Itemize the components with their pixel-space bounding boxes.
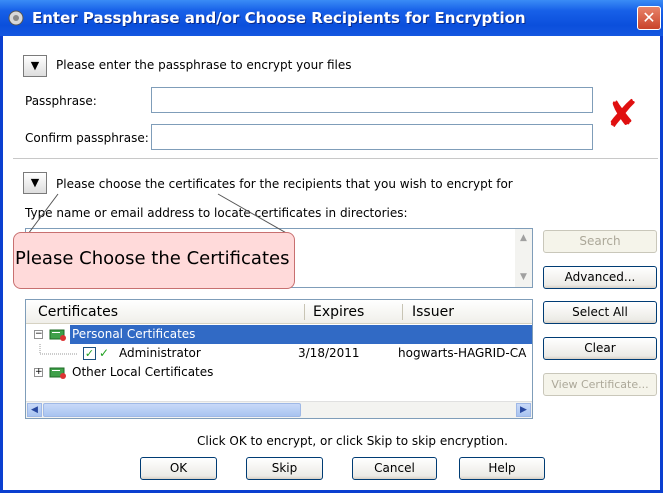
certificate-folder-icon (49, 367, 66, 379)
certificate-list[interactable]: Certificates Expires Issuer − Personal C… (25, 299, 533, 419)
confirm-passphrase-input[interactable] (151, 124, 593, 150)
passphrase-section-header: Please enter the passphrase to encrypt y… (56, 58, 352, 72)
clear-button[interactable]: Clear (543, 337, 657, 360)
passphrase-section-toggle[interactable]: ▼ (23, 55, 47, 77)
encryption-dialog: Enter Passphrase and/or Choose Recipient… (0, 0, 663, 493)
window-title: Enter Passphrase and/or Choose Recipient… (32, 9, 526, 27)
column-divider (304, 304, 305, 320)
scroll-down-icon[interactable]: ▼ (516, 270, 531, 285)
collapse-icon[interactable]: − (34, 330, 43, 339)
column-header-expires[interactable]: Expires (313, 300, 403, 324)
app-icon (8, 10, 24, 26)
passphrase-label: Passphrase: (25, 94, 97, 108)
help-button[interactable]: Help (459, 457, 545, 480)
scroll-right-icon[interactable]: ▶ (516, 403, 531, 417)
column-header-issuer[interactable]: Issuer (412, 300, 532, 324)
tree-row-other-local-certificates[interactable]: + Other Local Certificates (26, 363, 532, 382)
certificate-name: Administrator (119, 346, 201, 360)
footer-instruction: Click OK to encrypt, or click Skip to sk… (197, 434, 508, 448)
tree-row-personal-certificates[interactable]: − Personal Certificates (26, 325, 532, 344)
column-header-certificates[interactable]: Certificates (38, 300, 308, 324)
confirm-passphrase-label: Confirm passphrase: (25, 131, 149, 145)
dialog-body: ▼ Please enter the passphrase to encrypt… (3, 36, 660, 490)
tree-lines (39, 344, 78, 355)
certificate-folder-icon (49, 329, 66, 341)
expand-icon[interactable]: + (34, 368, 43, 377)
search-button[interactable]: Search (543, 230, 657, 253)
callout-pointer (27, 193, 288, 235)
section-divider (13, 158, 658, 159)
advanced-button[interactable]: Advanced... (543, 266, 657, 289)
certificate-issuer: hogwarts-HAGRID-CA (398, 346, 527, 360)
tree-row-label: Other Local Certificates (72, 365, 214, 379)
certificate-list-hscrollbar[interactable]: ◀ ▶ (26, 401, 532, 418)
close-button[interactable]: ✕ (637, 6, 661, 30)
select-all-button[interactable]: Select All (543, 301, 657, 324)
passphrase-input[interactable] (151, 87, 593, 113)
certificate-expires: 3/18/2011 (298, 346, 360, 360)
title-bar[interactable]: Enter Passphrase and/or Choose Recipient… (0, 0, 663, 36)
tree-row-administrator[interactable]: ✓ ✓ Administrator 3/18/2011 hogwarts-HAG… (26, 344, 532, 363)
column-divider (402, 304, 403, 320)
cancel-button[interactable]: Cancel (352, 457, 437, 480)
scrollbar-thumb[interactable] (43, 403, 301, 417)
view-certificate-button[interactable]: View Certificate... (543, 373, 657, 396)
tree-row-label: Personal Certificates (70, 325, 532, 344)
valid-check-icon: ✓ (99, 346, 110, 360)
scroll-up-icon[interactable]: ▲ (516, 231, 531, 246)
ok-button[interactable]: OK (140, 457, 217, 480)
skip-button[interactable]: Skip (246, 457, 323, 480)
administrator-checkbox[interactable]: ✓ (83, 347, 96, 360)
scroll-left-icon[interactable]: ◀ (27, 403, 42, 417)
passphrase-invalid-icon: ✘ (606, 92, 638, 136)
annotation-callout: Please Choose the Certificates (13, 232, 295, 289)
directory-search-scrollbar[interactable]: ▲ ▼ (515, 229, 532, 287)
certificate-section-header: Please choose the certificates for the r… (56, 177, 513, 191)
